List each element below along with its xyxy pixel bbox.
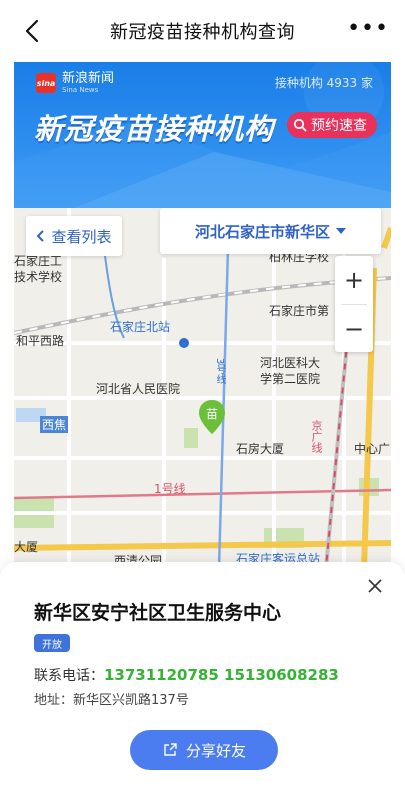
quick-search-label: 预约速查 [311,118,367,134]
brand: sina 新浪新闻 Sina News [36,72,114,94]
headline-part1: 新冠疫苗 [34,112,155,146]
chevron-left-icon [37,230,45,242]
map-label: 石房大厦 [236,442,285,456]
map-label: 3号线 [214,358,225,385]
status-badge: 开放 [34,634,70,652]
map-label: 大厦 [14,540,39,554]
region-selector[interactable]: 河北石家庄市新华区 [160,208,381,254]
zoom-out-button[interactable]: − [335,305,373,353]
address: 地址：新华区兴凯路137号 [34,693,189,708]
quick-search-button[interactable]: 预约速查 [287,112,377,138]
close-icon[interactable] [367,578,383,594]
map-label: 和平西路 [16,334,65,348]
map-label: 河北省人民医院 [96,382,181,396]
map-label: 技术学校 [14,270,63,284]
brand-subtitle: Sina News [62,86,99,94]
more-menu-icon[interactable]: ••• [347,16,389,42]
map-label: 西焦 [40,416,69,433]
share-button[interactable]: 分享好友 [130,730,278,770]
map-label: 中心广 [354,442,391,456]
institution-count: 接种机构 4933 家 [274,76,373,90]
zoom-control: + − [335,256,373,352]
caret-down-icon [336,228,346,234]
share-icon [164,743,177,756]
map[interactable]: 石家庄工 技术学校 柏林庄学校 石家庄市第 石家庄北站 和平西路 河北医科大 学… [14,208,391,568]
headline-part2: 接种机构 [154,112,275,146]
map-label: 石家庄市第 [269,304,330,318]
institution-name: 新华区安宁社区卫生服务中心 [34,602,282,624]
phone-label: 联系电话： [34,668,104,684]
page-title: 新冠疫苗接种机构查询 [110,22,295,43]
banner-headline: 新冠疫苗接种机构 [34,106,274,148]
nav-bar: 新冠疫苗接种机构查询 ••• [0,0,405,62]
map-label: 1号线 [154,482,186,496]
share-label: 分享好友 [185,741,246,760]
pin-glyph: 苗 [206,407,218,421]
location-pin-icon[interactable]: 苗 [196,398,228,436]
map-label: 学第二医院 [260,372,321,386]
search-icon [293,118,307,132]
map-label: 京广线 [310,420,323,453]
view-list-label: 查看列表 [51,227,112,246]
zoom-in-button[interactable]: + [335,256,373,304]
back-arrow-icon[interactable] [20,18,46,44]
phone-row: 联系电话：13731120785 15130608283 [34,665,339,685]
region-label: 河北石家庄市新华区 [194,222,330,241]
brand-name: 新浪新闻 [62,71,115,86]
map-label: 河北医科大 [260,356,321,370]
sina-logo-icon: sina [36,73,56,93]
banner: sina 新浪新闻 Sina News 接种机构 4933 家 新冠疫苗接种机构… [14,62,391,208]
detail-sheet: 新华区安宁社区卫生服务中心 开放 联系电话：13731120785 151306… [0,562,405,795]
phone-numbers[interactable]: 13731120785 15130608283 [104,666,339,684]
view-list-button[interactable]: 查看列表 [26,216,122,256]
map-label: 石家庄北站 [110,320,171,334]
